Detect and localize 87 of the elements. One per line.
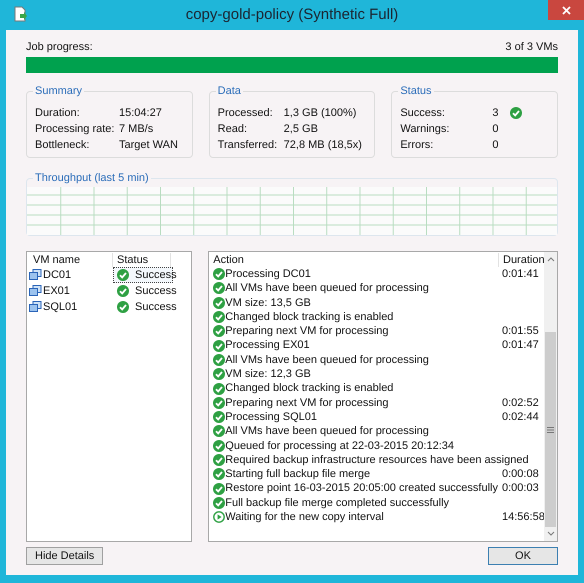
duration-text: 0:02:44: [501, 410, 540, 424]
field-label: Bottleneck:: [35, 138, 90, 152]
duration-text: 0:02:52: [501, 396, 540, 410]
check-icon: [213, 296, 226, 309]
column-header[interactable]: VM name: [29, 253, 113, 267]
group-title: Summary: [33, 84, 84, 98]
check-icon: [213, 482, 226, 495]
check-icon: [213, 411, 226, 424]
field-value: 15:04:27: [119, 106, 162, 120]
check-icon: [213, 468, 226, 480]
vm-name[interactable]: DC01: [29, 268, 113, 282]
duration-text: 0:00:03: [501, 481, 540, 496]
field-value: Target WAN: [119, 138, 178, 152]
vm-name[interactable]: SQL01: [29, 300, 113, 314]
duration-text: 0:00:08: [501, 467, 540, 482]
check-icon: [213, 325, 226, 338]
window-title: copy-gold-policy (Synthetic Full): [186, 4, 398, 25]
field-label: Processing rate:: [35, 122, 116, 136]
check-icon: [213, 282, 226, 294]
action-text: Waiting for the new copy interval: [225, 510, 385, 524]
duration-text: 14:56:58: [501, 510, 544, 524]
app-icon: [14, 6, 28, 22]
action-text: All VMs have been queued for processing: [225, 424, 430, 439]
action-text: Preparing next VM for processing: [225, 324, 390, 338]
field-label: Duration:: [35, 106, 81, 120]
check-icon: [213, 440, 226, 452]
action-text: Changed block tracking is enabled: [225, 381, 394, 396]
action-text: All VMs have been queued for processing: [225, 281, 430, 296]
action-text: VM size: 13,5 GB: [225, 296, 312, 310]
check-icon: [213, 425, 226, 438]
field-label: Success:: [400, 106, 446, 120]
action-text: Full backup file merge completed successfully: [225, 496, 450, 510]
vm-icon: [29, 285, 42, 297]
field-label: Read:: [218, 122, 248, 136]
field-label: Errors:: [400, 138, 434, 152]
field-value: 0: [492, 122, 498, 136]
field-value: 2,5 GB: [284, 122, 318, 136]
field-value: 7 MB/s: [119, 122, 154, 136]
action-text: Restore point 16-03-2015 20:05:00 created successfully: [225, 481, 498, 496]
column-header[interactable]: Action: [213, 253, 498, 267]
action-text: Required backup infrastructure resources have been assigned: [225, 452, 530, 468]
field-value: 0: [492, 138, 498, 152]
action-text: Queued for processing at 22-03-2015 20:12:34: [225, 438, 455, 453]
vm-icon: [29, 269, 42, 281]
close-button[interactable]: [548, 0, 584, 20]
action-text: All VMs have been queued for processing: [225, 352, 430, 368]
duration-text: 0:01:47: [501, 338, 540, 353]
check-icon: [213, 268, 226, 280]
field-value: 72,8 MB (18,5x): [284, 138, 362, 152]
progress-count: 3 of 3 VMs: [505, 40, 558, 54]
check-icon: [213, 454, 226, 466]
duration-text: 0:01:55: [501, 324, 540, 338]
field-value: 1,3 GB (100%): [284, 106, 356, 120]
action-text: Starting full backup file merge: [225, 467, 372, 482]
check-icon: [117, 285, 129, 297]
action-text: Preparing next VM for processing: [225, 396, 390, 410]
check-icon: [213, 496, 226, 509]
check-icon: [117, 301, 129, 313]
check-icon: [213, 311, 226, 324]
vm-name[interactable]: EX01: [29, 284, 113, 298]
field-label: Transferred:: [218, 138, 278, 152]
action-text: Processing EX01: [225, 338, 311, 353]
action-text: VM size: 12,3 GB: [225, 367, 312, 382]
check-icon: [510, 107, 522, 119]
field-value: 3: [492, 106, 498, 120]
play-icon: [213, 511, 226, 524]
scrollbar[interactable]: [544, 252, 557, 541]
ok-button[interactable]: OK: [488, 547, 558, 565]
close-icon: [562, 6, 570, 14]
progress-label: Job progress:: [26, 40, 93, 54]
vm-icon: [29, 301, 42, 313]
check-icon: [213, 396, 226, 409]
field-label: Warnings:: [400, 122, 450, 136]
action-text: Processing DC01: [225, 267, 312, 282]
check-icon: [213, 368, 226, 380]
check-icon: [213, 354, 226, 366]
field-label: Processed:: [218, 106, 274, 120]
check-icon: [213, 382, 226, 395]
action-text: Changed block tracking is enabled: [225, 310, 394, 324]
check-icon: [117, 269, 129, 281]
group-title: Throughput (last 5 min): [33, 171, 151, 185]
duration-text: 0:01:41: [501, 267, 540, 282]
hide-details-button[interactable]: Hide Details: [26, 547, 104, 565]
action-text: Processing SQL01: [225, 410, 318, 424]
scrollbar-thumb[interactable]: [545, 332, 556, 527]
grip-icon: [547, 426, 554, 432]
check-icon: [213, 340, 226, 352]
